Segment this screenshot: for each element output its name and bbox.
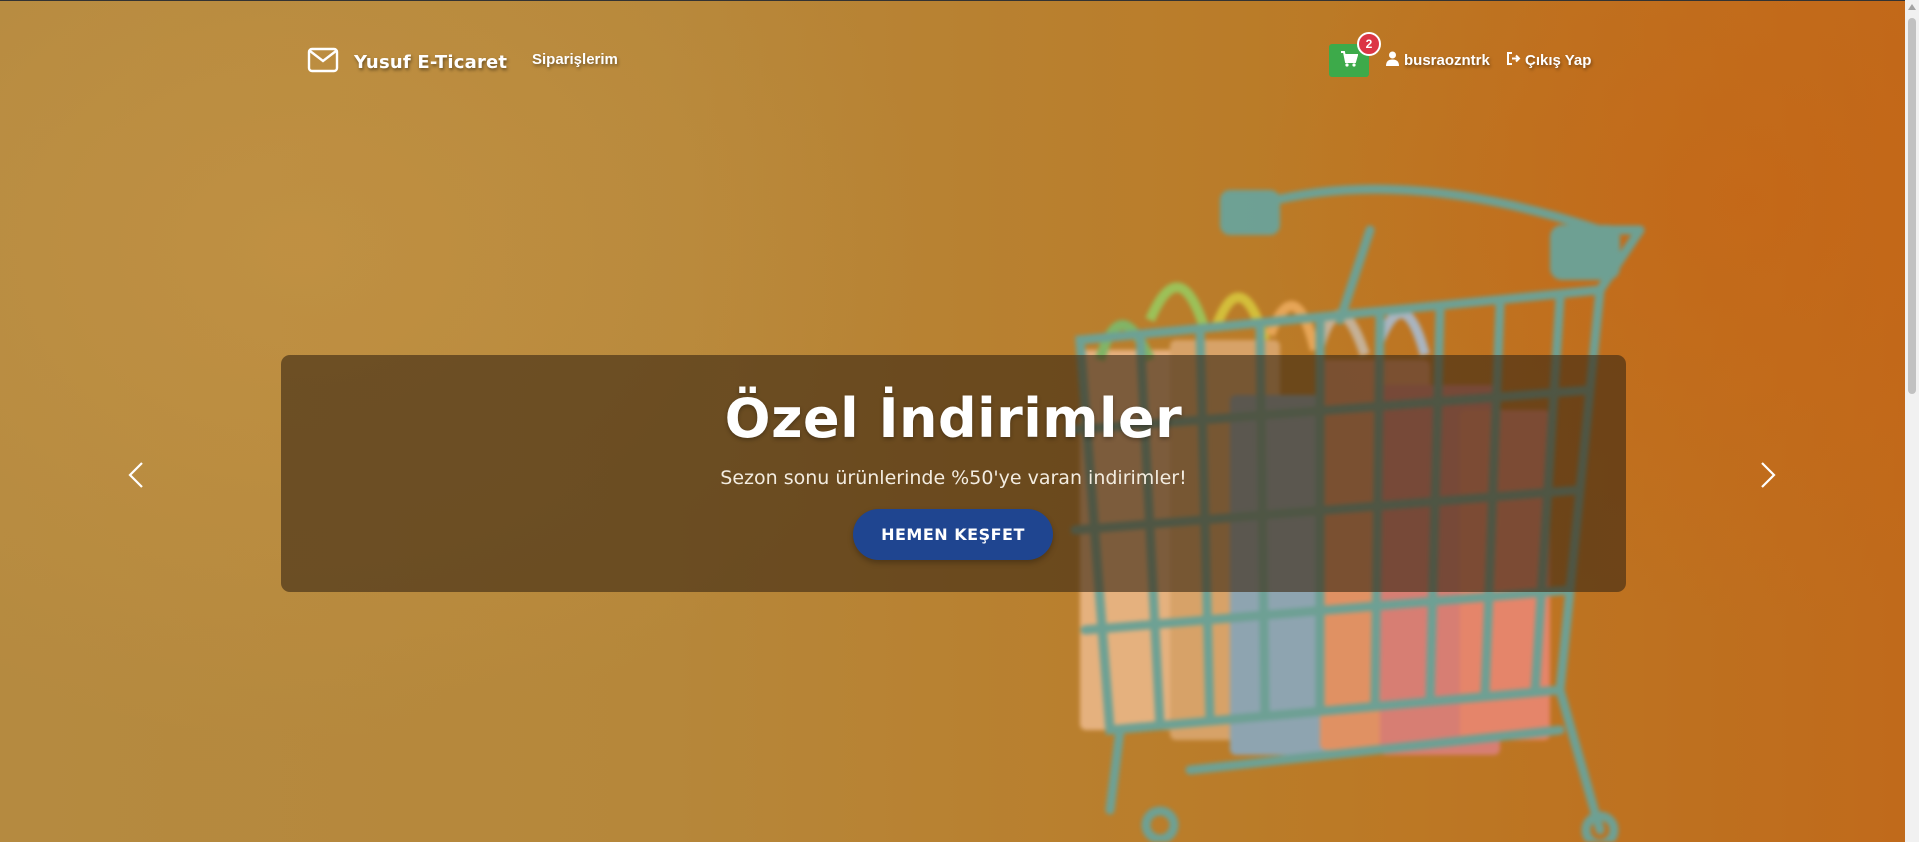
nav-orders-link[interactable]: Siparişlerim (532, 51, 618, 68)
scroll-up-arrow-icon[interactable] (1908, 4, 1916, 10)
username-label: busraozntrk (1404, 52, 1490, 69)
hero-carousel: Yusuf E-Ticaret Siparişlerim 2 busraoznt… (0, 0, 1905, 842)
chevron-left-icon (122, 462, 152, 494)
logout-label: Çıkış Yap (1525, 52, 1592, 69)
carousel-prev-button[interactable] (122, 460, 152, 490)
user-menu[interactable]: busraozntrk (1385, 51, 1490, 70)
scrollbar-thumb[interactable] (1908, 18, 1916, 394)
cart-count-badge: 2 (1357, 32, 1381, 56)
envelope-icon (307, 46, 339, 78)
brand-name: Yusuf E-Ticaret (354, 51, 508, 73)
user-icon (1385, 51, 1400, 70)
carousel-title: Özel İndirimler (724, 387, 1183, 450)
carousel-subtitle: Sezon sonu ürünlerinde %50'ye varan indi… (720, 467, 1187, 489)
top-border (0, 0, 1905, 1)
brand-link[interactable]: Yusuf E-Ticaret (307, 46, 507, 78)
chevron-right-icon (1752, 462, 1782, 494)
logout-link[interactable]: Çıkış Yap (1506, 51, 1591, 70)
shopping-cart-icon (1340, 50, 1359, 72)
explore-now-button[interactable]: HEMEN KEŞFET (853, 509, 1053, 560)
carousel-next-button[interactable] (1752, 460, 1782, 490)
sign-out-icon (1506, 51, 1521, 70)
vertical-scrollbar[interactable] (1905, 0, 1919, 842)
carousel-caption: Özel İndirimler Sezon sonu ürünlerinde %… (281, 355, 1626, 592)
